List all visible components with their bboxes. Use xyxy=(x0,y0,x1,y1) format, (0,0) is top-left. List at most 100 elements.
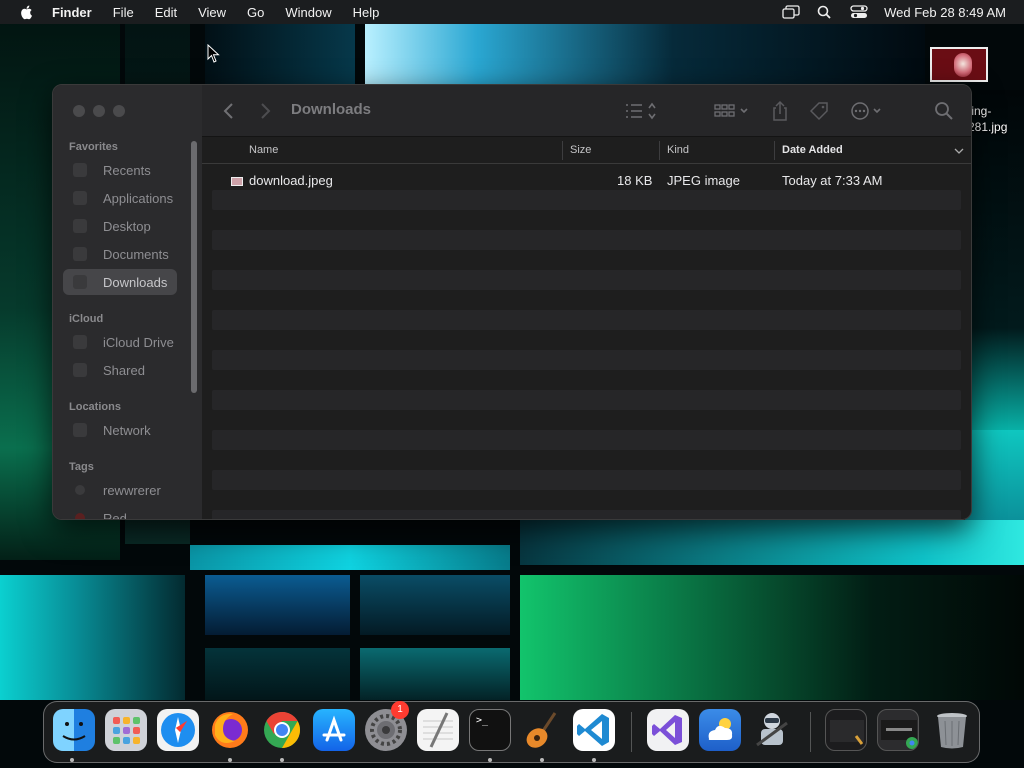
firefox-icon xyxy=(212,712,248,748)
column-kind[interactable]: Kind xyxy=(667,144,689,156)
empty-row xyxy=(212,430,961,450)
sidebar-item-label: Documents xyxy=(103,246,169,262)
menu-clock[interactable]: Wed Feb 28 8:49 AM xyxy=(884,5,1006,20)
desktop-file-thumbnail[interactable] xyxy=(930,47,988,82)
sidebar-item-label: Shared xyxy=(103,362,145,378)
sidebar-tag-rewwrerer[interactable]: rewwrerer xyxy=(63,477,177,503)
column-size[interactable]: Size xyxy=(570,144,591,156)
app-store-dock-icon[interactable] xyxy=(313,709,355,751)
visual-studio-dock-icon[interactable] xyxy=(647,709,689,751)
sidebar-item-label: Downloads xyxy=(103,274,168,290)
column-name[interactable]: Name xyxy=(249,144,278,156)
sidebar-item-label: Recents xyxy=(103,162,151,178)
sidebar-item-recents[interactable]: Recents xyxy=(63,157,177,183)
chrome-icon xyxy=(264,712,301,748)
finder-sidebar: Favorites Recents Applications Desktop D… xyxy=(53,85,202,519)
menu-view[interactable]: View xyxy=(198,5,226,20)
apple-menu-icon[interactable] xyxy=(19,4,35,20)
minimize-window-button[interactable] xyxy=(93,105,105,117)
terminal-dock-icon[interactable]: >_ xyxy=(469,709,511,751)
automator-dock-icon[interactable] xyxy=(751,709,793,751)
control-center-icon[interactable] xyxy=(850,5,868,19)
tag-icon[interactable] xyxy=(808,99,830,123)
trash-dock-icon[interactable] xyxy=(931,709,973,751)
close-window-button[interactable] xyxy=(73,105,85,117)
sidebar-scrollbar[interactable] xyxy=(191,141,197,393)
screenshot-dock-icon[interactable] xyxy=(825,709,867,751)
desktop-file-label[interactable]: ting- 281.jpg xyxy=(968,103,1007,135)
sidebar-item-label: rewwrerer xyxy=(103,482,161,498)
menu-go[interactable]: Go xyxy=(247,5,264,20)
sidebar-item-label: Network xyxy=(103,422,151,438)
empty-row xyxy=(212,230,961,250)
weather-dock-icon[interactable] xyxy=(699,709,741,751)
cloud-icon xyxy=(73,335,87,349)
menu-edit[interactable]: Edit xyxy=(155,5,177,20)
window-controls xyxy=(73,105,125,117)
sidebar-item-icloud-drive[interactable]: iCloud Drive xyxy=(63,329,177,355)
sidebar-item-label: iCloud Drive xyxy=(103,334,174,350)
window-title: Downloads xyxy=(291,101,372,118)
notification-badge: 1 xyxy=(391,701,409,719)
chrome-dock-icon[interactable] xyxy=(261,709,303,751)
file-kind: JPEG image xyxy=(667,173,740,188)
menu-window[interactable]: Window xyxy=(285,5,331,20)
finder-dock-icon[interactable] xyxy=(53,709,95,751)
screen-mirroring-icon[interactable] xyxy=(782,5,800,19)
file-name: download.jpeg xyxy=(249,173,333,188)
launchpad-dock-icon[interactable] xyxy=(105,709,147,751)
group-by-icon[interactable] xyxy=(713,99,751,123)
sidebar-item-network[interactable]: Network xyxy=(63,417,177,443)
sidebar-item-desktop[interactable]: Desktop xyxy=(63,213,177,239)
sidebar-item-downloads[interactable]: Downloads xyxy=(63,269,177,295)
network-icon xyxy=(73,423,87,437)
sidebar-section-favorites: Favorites xyxy=(69,141,118,153)
spotlight-search-icon[interactable] xyxy=(816,5,834,19)
garageband-dock-icon[interactable] xyxy=(521,709,563,751)
applications-icon xyxy=(73,191,87,205)
sidebar-section-locations: Locations xyxy=(69,401,121,413)
terminal-prompt-icon: >_ xyxy=(476,715,489,726)
guitar-icon xyxy=(526,712,557,748)
visual-studio-icon xyxy=(652,715,682,745)
sidebar-tag-red[interactable]: Red xyxy=(63,505,177,520)
jpeg-file-icon xyxy=(231,177,243,186)
menu-file[interactable]: File xyxy=(113,5,134,20)
tag-color-icon xyxy=(75,485,85,495)
sidebar-item-shared[interactable]: Shared xyxy=(63,357,177,383)
desktop-icon xyxy=(73,219,87,233)
back-chevron-icon[interactable] xyxy=(222,99,236,123)
sidebar-item-documents[interactable]: Documents xyxy=(63,241,177,267)
dock: 1 >_ xyxy=(43,701,980,763)
sidebar-item-label: Applications xyxy=(103,190,174,206)
sidebar-item-applications[interactable]: Applications xyxy=(63,185,177,211)
menu-app-name[interactable]: Finder xyxy=(52,5,92,20)
download-icon xyxy=(73,275,87,289)
compass-icon xyxy=(161,713,195,747)
chrome-window-dock-icon[interactable] xyxy=(877,709,919,751)
empty-row xyxy=(212,270,961,290)
table-row[interactable]: download.jpeg 18 KB JPEG image Today at … xyxy=(212,170,961,190)
finder-toolbar: Downloads xyxy=(202,85,971,137)
empty-row xyxy=(212,510,961,519)
firefox-dock-icon[interactable] xyxy=(209,709,251,751)
search-icon[interactable] xyxy=(933,99,955,123)
window-thumbnail-icon xyxy=(881,720,918,749)
sidebar-item-label: Red xyxy=(103,510,127,520)
robot-icon xyxy=(756,713,788,747)
column-date-added[interactable]: Date Added xyxy=(782,144,843,156)
vscode-dock-icon[interactable] xyxy=(573,709,615,751)
safari-dock-icon[interactable] xyxy=(157,709,199,751)
forward-chevron-icon[interactable] xyxy=(258,99,272,123)
sort-chevron-down-icon[interactable] xyxy=(954,147,964,155)
share-icon[interactable] xyxy=(770,99,790,123)
textedit-dock-icon[interactable] xyxy=(417,709,459,751)
finder-face-icon xyxy=(62,722,86,741)
file-size: 18 KB xyxy=(617,173,653,188)
more-actions-icon[interactable] xyxy=(848,99,886,123)
menu-help[interactable]: Help xyxy=(353,5,380,20)
zoom-window-button[interactable] xyxy=(113,105,125,117)
list-view-icon[interactable] xyxy=(623,99,659,123)
sidebar-item-label: Desktop xyxy=(103,218,151,234)
file-list: download.jpeg 18 KB JPEG image Today at … xyxy=(202,165,971,519)
